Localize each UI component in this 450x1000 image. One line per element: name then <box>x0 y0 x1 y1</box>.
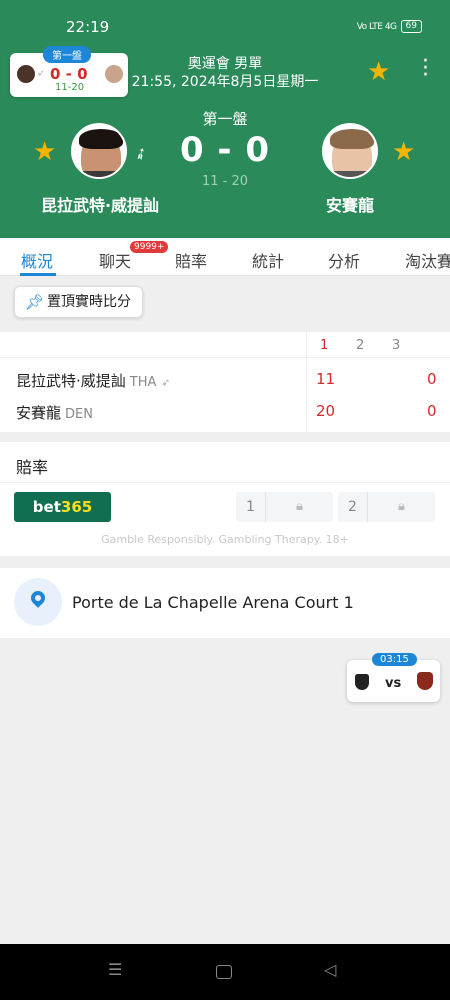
set-header-2: 2 <box>356 338 365 353</box>
floating-match-widget[interactable]: 03:15 vs <box>347 653 440 702</box>
pin-icon: 📌︎ <box>25 293 45 311</box>
venue-name: Porte de La Chapelle Arena Court 1 <box>72 593 354 612</box>
away-player-avatar[interactable] <box>322 123 378 179</box>
tab-bar: 概況 聊天 賠率 統計 分析 淘汰賽 <box>0 238 450 276</box>
score-table: 1 2 3 昆拉武特·威提訕 THA ➶ 11 0 安賽龍 DEN 20 0 <box>0 332 450 432</box>
gamble-disclaimer[interactable]: Gamble Responsibly. Gambling Therapy. 18… <box>0 533 450 546</box>
odds-divider <box>0 482 450 483</box>
away-hair <box>330 129 374 149</box>
serve-shuttlecock-icon: ➶ <box>161 376 171 389</box>
tab-overview[interactable]: 概況 <box>21 248 53 272</box>
away-row-country: DEN <box>65 407 93 422</box>
location-pin <box>28 588 48 608</box>
away-player-name[interactable]: 安賽龍 <box>300 192 400 216</box>
set-header-1: 1 <box>320 338 329 353</box>
status-time: 22:19 <box>66 18 110 36</box>
away-row-name: 安賽龍 DEN <box>16 402 93 423</box>
venue-card[interactable]: Porte de La Chapelle Arena Court 1 <box>0 568 450 638</box>
back-icon[interactable]: ◁ <box>324 960 336 979</box>
away-team-crest-icon <box>417 672 433 690</box>
table-column-divider <box>306 332 307 432</box>
bet365-logo[interactable]: bet365 <box>14 492 111 522</box>
widget-time: 03:15 <box>372 653 417 666</box>
home-row-player: 昆拉武特·威提訕 <box>16 372 126 390</box>
location-pin-icon <box>14 578 62 626</box>
tab-stats[interactable]: 統計 <box>252 248 284 272</box>
home-row-name: 昆拉武特·威提訕 THA ➶ <box>16 370 170 391</box>
main-score: 0 - 0 <box>179 130 271 170</box>
widget-vs: vs <box>385 676 402 691</box>
set-label: 第一盤 <box>202 110 248 128</box>
odds-card: 賠率 bet365 1 🔒︎ 2 🔒︎ Gamble Responsibly. … <box>0 442 450 556</box>
favorite-match-star-icon[interactable]: ★ <box>367 57 390 87</box>
favorite-away-star-icon[interactable]: ★ <box>392 137 415 167</box>
tab-analysis[interactable]: 分析 <box>328 248 360 272</box>
home-sets-won: 0 <box>427 370 437 388</box>
recents-icon[interactable]: ☰ <box>108 960 122 979</box>
odds-option-1-label: 1 <box>236 492 266 522</box>
battery-icon: 69 <box>400 20 422 33</box>
tab-odds[interactable]: 賠率 <box>175 248 207 272</box>
home-player-name[interactable]: 昆拉武特·威提訕 <box>30 192 170 216</box>
lock-icon: 🔒︎ <box>398 499 405 514</box>
lock-icon: 🔒︎ <box>296 499 303 514</box>
pin-live-score-button[interactable]: 📌︎ 置頂實時比分 <box>14 286 143 318</box>
odds-title: 賠率 <box>16 458 49 477</box>
set-header-3: 3 <box>392 338 401 353</box>
home-set1-score: 11 <box>316 370 336 388</box>
home-row-country: THA <box>129 375 157 390</box>
set-scores: 11 - 20 <box>201 174 249 189</box>
more-menu-icon[interactable]: · · · <box>422 51 429 87</box>
system-nav-bar: ☰ ◁ <box>0 944 450 1000</box>
bet-logo-a: bet <box>32 498 61 516</box>
odds-option-2[interactable]: 2 🔒︎ <box>338 492 435 522</box>
tab-chat[interactable]: 聊天 <box>99 248 131 272</box>
odds-option-2-label: 2 <box>338 492 368 522</box>
chat-badge: 9999+ <box>130 241 169 253</box>
table-divider <box>0 357 450 358</box>
away-sets-won: 0 <box>427 402 437 420</box>
away-set1-score: 20 <box>316 402 336 420</box>
tab-knockout[interactable]: 淘汰賽 <box>405 248 450 272</box>
odds-option-1[interactable]: 1 🔒︎ <box>236 492 333 522</box>
active-tab-indicator <box>20 273 56 276</box>
home-icon[interactable] <box>216 965 232 979</box>
pin-button-label: 置頂實時比分 <box>47 294 131 310</box>
bet-logo-b: 365 <box>60 498 93 516</box>
home-team-crest-icon <box>355 674 369 690</box>
status-icons: Vo LTE 4G 69 <box>357 20 422 33</box>
match-header: 22:19 Vo LTE 4G 69 第一盤 ➶ 0 - 0 11-20 奧運會… <box>0 0 450 238</box>
signal-icon: Vo LTE 4G <box>356 21 397 32</box>
away-row-player: 安賽龍 <box>16 404 62 422</box>
